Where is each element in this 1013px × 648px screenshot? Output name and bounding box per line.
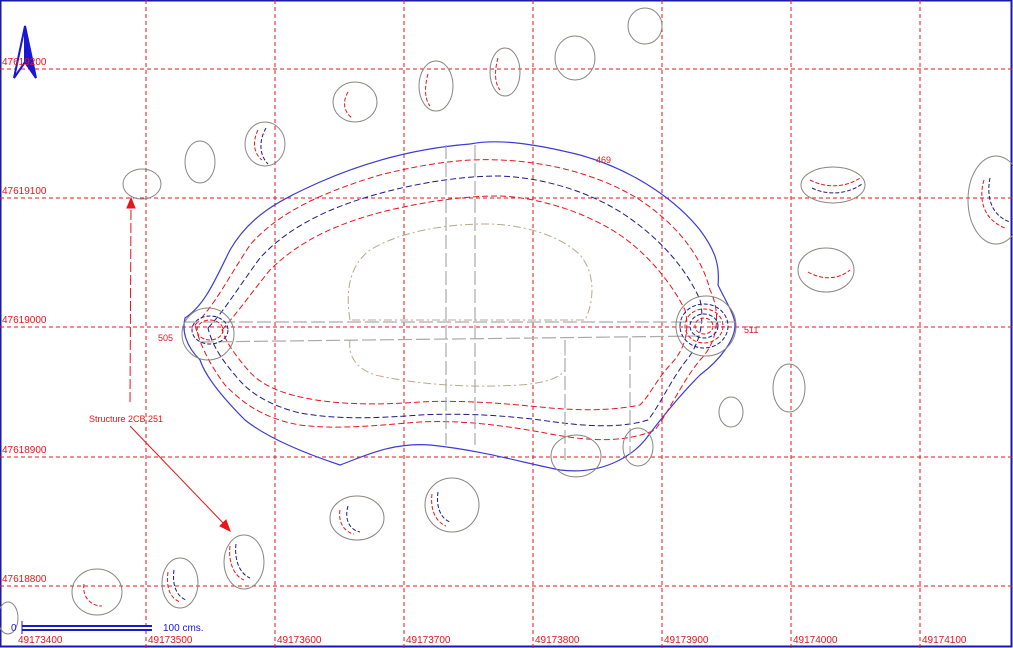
site-plan-map: 47619200 47619100 47619000 47618900 4761… [0,0,1013,648]
x-label: 49173800 [535,635,580,646]
x-label: 49174000 [793,635,838,646]
scale-zero-label: 0 [11,623,17,634]
y-label: 47619000 [2,315,47,326]
feature-label-511: 511 [744,325,758,335]
y-label: 47619100 [2,186,47,197]
structure-label: Structure 2CB 251 [89,414,163,424]
x-label: 49173600 [277,635,322,646]
x-label: 49174100 [922,635,967,646]
y-label: 47619200 [2,57,47,68]
x-label: 49173900 [664,635,709,646]
feature-label-469: 469 [596,155,611,165]
y-label: 47618800 [2,574,47,585]
x-label: 49173500 [148,635,193,646]
x-label: 49173700 [406,635,451,646]
x-label: 49173400 [18,635,63,646]
scale-length-label: 100 cms. [163,623,204,634]
feature-label-505: 505 [158,333,173,343]
map-frame [0,0,1013,648]
y-label: 47618900 [2,445,47,456]
